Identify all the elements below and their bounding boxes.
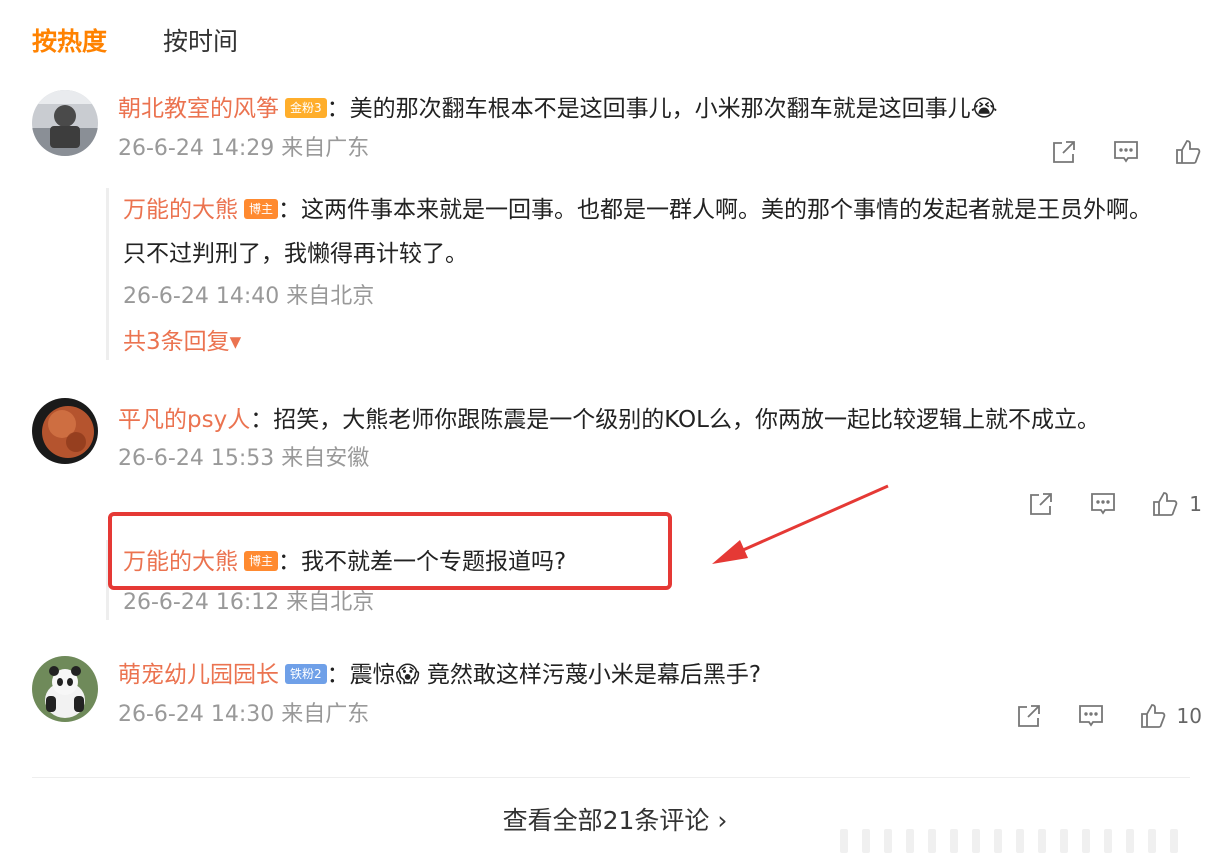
username[interactable]: 平凡的psy人: [118, 407, 250, 433]
like-count: 1: [1189, 492, 1202, 516]
tab-by-time[interactable]: 按时间: [163, 22, 238, 58]
username[interactable]: 萌宠幼儿园园长: [118, 662, 279, 688]
thumbs-up-icon: [1176, 140, 1201, 164]
comment-button[interactable]: [1112, 138, 1140, 166]
like-button[interactable]: 1: [1151, 490, 1202, 518]
reply-meta: 26-6-24 16:12 来自北京: [123, 590, 375, 615]
emoji: 😱: [395, 662, 420, 688]
like-button[interactable]: 10: [1139, 702, 1202, 730]
comment-meta: 26-6-24 15:53 来自安徽: [118, 446, 370, 471]
comment-icon: [1091, 493, 1116, 515]
comment-item: 平凡的psy人：招笑，大熊老师你跟陈震是一个级别的KOL么，你两放一起比较逻辑上…: [32, 398, 1202, 516]
comment-button[interactable]: [1077, 702, 1105, 730]
avatar[interactable]: [32, 398, 98, 464]
sort-tabs: 按热度 按时间: [32, 22, 238, 58]
username[interactable]: 万能的大熊: [123, 197, 238, 223]
comment-text: ：美的那次翻车根本不是这回事儿，小米那次翻车就是这回事儿: [326, 96, 971, 122]
comment-actions: 1: [1027, 490, 1202, 518]
comment-item: 朝北教室的风筝 金粉3 ：美的那次翻车根本不是这回事儿，小米那次翻车就是这回事儿😭 …: [32, 90, 1202, 180]
highlight-box: [108, 512, 672, 590]
reply-text: ：这两件事本来就是一回事。也都是一群人啊。美的那个事情的发起者就是王员外啊。只不…: [123, 197, 1153, 267]
share-icon: [1030, 493, 1053, 515]
share-icon: [1017, 705, 1040, 727]
reply-meta: 26-6-24 14:40 来自北京: [123, 284, 375, 309]
comment-icon: [1114, 141, 1138, 163]
comment-actions: 10: [1015, 702, 1202, 730]
avatar[interactable]: [32, 90, 98, 156]
divider: [32, 777, 1190, 778]
share-button[interactable]: [1015, 702, 1043, 730]
share-button[interactable]: [1050, 138, 1078, 166]
username[interactable]: 朝北教室的风筝: [118, 96, 279, 122]
comment-actions: [1050, 138, 1202, 166]
comment-meta: 26-6-24 14:29 来自广东: [118, 136, 370, 161]
share-button[interactable]: [1027, 490, 1055, 518]
fan-badge: 金粉3: [285, 98, 327, 118]
fan-badge: 铁粉2: [285, 664, 327, 684]
thumbs-up-icon: [1140, 704, 1165, 728]
emoji: 😭: [970, 96, 998, 122]
comment-item: 萌宠幼儿园园长 铁粉2 ：震惊😱 竟然敢这样污蔑小米是幕后黑手? 26-6-24 1…: [32, 656, 1202, 736]
more-replies-link[interactable]: 共3条回复▾: [123, 324, 1156, 360]
comment-text: 竟然敢这样污蔑小米是幕后黑手?: [419, 662, 762, 688]
comment-icon: [1078, 705, 1103, 727]
watermark: [840, 826, 1220, 856]
tab-by-hot[interactable]: 按热度: [32, 22, 107, 58]
annotation-arrow: [712, 484, 889, 564]
share-icon: [1053, 141, 1075, 163]
blogger-badge: 博主: [244, 199, 279, 219]
comment-button[interactable]: [1089, 490, 1117, 518]
avatar[interactable]: [32, 656, 98, 722]
like-button[interactable]: [1174, 138, 1202, 166]
thumbs-up-icon: [1153, 492, 1178, 516]
like-count: 10: [1176, 704, 1202, 728]
comment-text: ：招笑，大熊老师你跟陈震是一个级别的KOL么，你两放一起比较逻辑上就不成立。: [250, 407, 1100, 433]
reply-item: 万能的大熊 博主 ：这两件事本来就是一回事。也都是一群人啊。美的那个事情的发起者就是…: [106, 188, 1156, 360]
comment-text: ：震惊: [326, 662, 396, 688]
